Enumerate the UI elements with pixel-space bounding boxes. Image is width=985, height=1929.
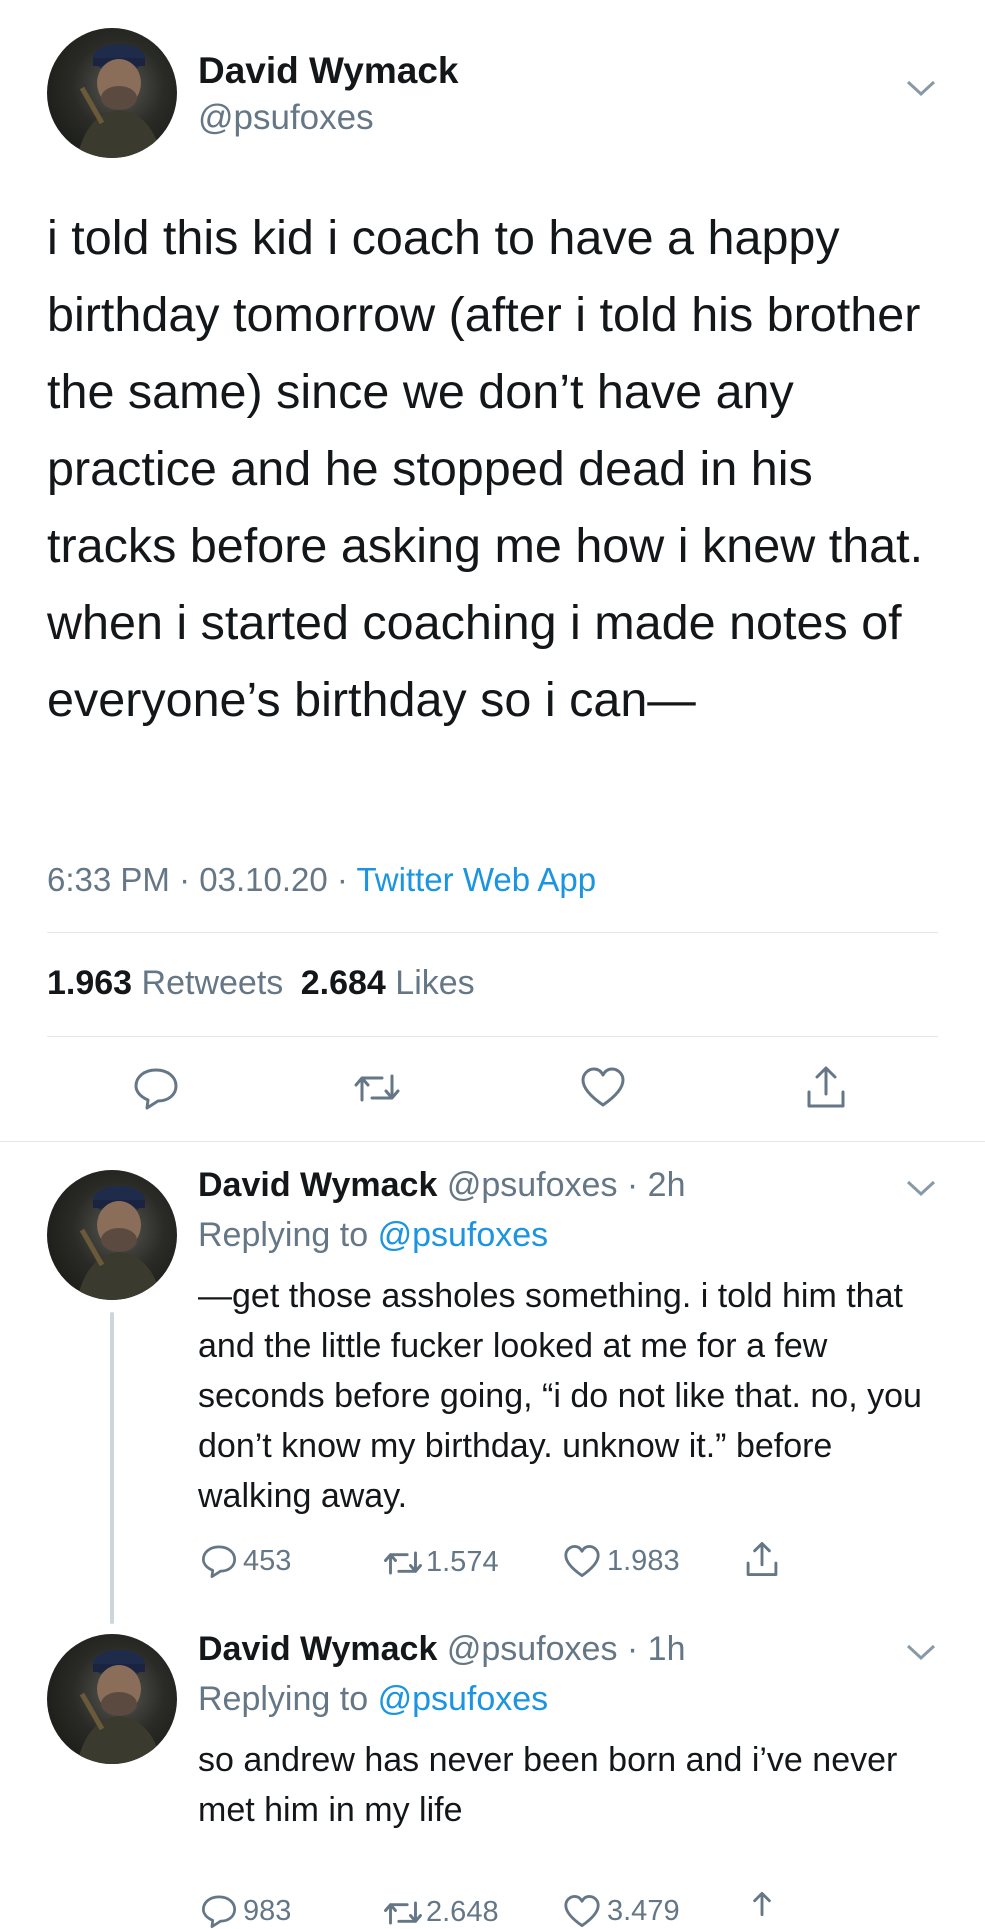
heart-icon: [564, 1895, 600, 1927]
likes-label: Likes: [395, 964, 475, 1002]
section-divider: [0, 1141, 985, 1142]
reply-text: —get those assholes something. i told hi…: [198, 1277, 922, 1515]
retweet-icon: [354, 1074, 400, 1102]
reply-button[interactable]: 453: [201, 1543, 291, 1579]
meta-separator: ·: [336, 861, 348, 898]
retweet-count: 1.574: [426, 1546, 499, 1578]
reply-icon: [134, 1068, 178, 1110]
author-name[interactable]: David Wymack: [198, 50, 459, 92]
like-button[interactable]: [580, 1066, 626, 1108]
retweet-button[interactable]: 1.574: [382, 1546, 499, 1579]
like-button[interactable]: 3.479: [563, 1894, 680, 1928]
divider: [47, 932, 938, 933]
retweets-count: 1.963: [47, 964, 133, 1002]
like-count: 1.983: [607, 1544, 680, 1577]
handle-time[interactable]: @psufoxes · 2h: [447, 1166, 686, 1204]
likes-count: 2.684: [300, 964, 386, 1002]
share-button[interactable]: [744, 1540, 780, 1578]
reply-count: 453: [243, 1544, 292, 1577]
tweet-meta: 6:33 PM · 03.10.20 · Twitter Web App: [47, 861, 596, 899]
reply-header: David Wymack @psufoxes · 1h: [198, 1630, 685, 1669]
retweet-button[interactable]: [352, 1070, 402, 1106]
reply-header: David Wymack @psufoxes · 2h: [198, 1166, 685, 1205]
reply-icon: [201, 1895, 237, 1929]
avatar[interactable]: [47, 1634, 177, 1764]
tweet-source-link[interactable]: Twitter Web App: [356, 861, 596, 898]
tweet-stats: 1.963 Retweets 2.684 Likes: [47, 964, 475, 1003]
meta-separator: ·: [179, 861, 191, 898]
replying-prefix: Replying to: [198, 1216, 369, 1254]
retweets-label: Retweets: [141, 964, 284, 1002]
replying-to-link[interactable]: @psufoxes: [378, 1680, 549, 1718]
share-icon: [746, 1542, 778, 1576]
heart-icon: [581, 1067, 625, 1107]
chevron-down-icon[interactable]: [905, 78, 937, 103]
replying-to: Replying to @psufoxes: [198, 1680, 548, 1719]
avatar-image: [77, 1186, 162, 1300]
handle-time[interactable]: @psufoxes · 1h: [447, 1630, 686, 1668]
tweet-time: 6:33 PM: [47, 861, 170, 898]
avatar-image: [77, 44, 162, 158]
retweet-icon: [384, 1901, 422, 1924]
share-icon: [753, 1891, 771, 1917]
reply-button[interactable]: [133, 1066, 179, 1110]
tweet-text: i told this kid i coach to have a happy …: [47, 211, 924, 727]
replying-prefix: Replying to: [198, 1680, 369, 1718]
reply-icon: [201, 1545, 237, 1579]
like-count: 3.479: [607, 1894, 680, 1927]
tweet-date: 03.10.20: [199, 861, 328, 898]
divider: [47, 1036, 938, 1037]
share-icon: [807, 1066, 845, 1108]
avatar-image: [77, 1650, 162, 1764]
avatar[interactable]: [47, 1170, 177, 1300]
share-button[interactable]: [744, 1890, 780, 1918]
thread-line: [110, 1312, 114, 1624]
retweet-button[interactable]: 2.648: [382, 1896, 499, 1929]
retweets-stat[interactable]: 1.963 Retweets: [47, 964, 293, 1002]
author-name[interactable]: David Wymack: [198, 1166, 437, 1204]
retweet-count: 2.648: [426, 1896, 499, 1928]
share-button[interactable]: [804, 1064, 848, 1110]
author-name[interactable]: David Wymack: [198, 1630, 437, 1668]
author-handle[interactable]: @psufoxes: [198, 98, 374, 138]
heart-icon: [564, 1545, 600, 1577]
reply-text: so andrew has never been born and i’ve n…: [198, 1741, 898, 1829]
chevron-down-icon[interactable]: [905, 1178, 937, 1203]
reply-button[interactable]: 983: [201, 1893, 291, 1929]
chevron-down-icon[interactable]: [905, 1642, 937, 1667]
likes-stat[interactable]: 2.684 Likes: [301, 964, 475, 1002]
retweet-icon: [384, 1551, 422, 1574]
replying-to-link[interactable]: @psufoxes: [378, 1216, 549, 1254]
like-button[interactable]: 1.983: [563, 1544, 680, 1578]
replying-to: Replying to @psufoxes: [198, 1216, 548, 1255]
avatar[interactable]: [47, 28, 177, 158]
reply-count: 983: [243, 1894, 292, 1927]
